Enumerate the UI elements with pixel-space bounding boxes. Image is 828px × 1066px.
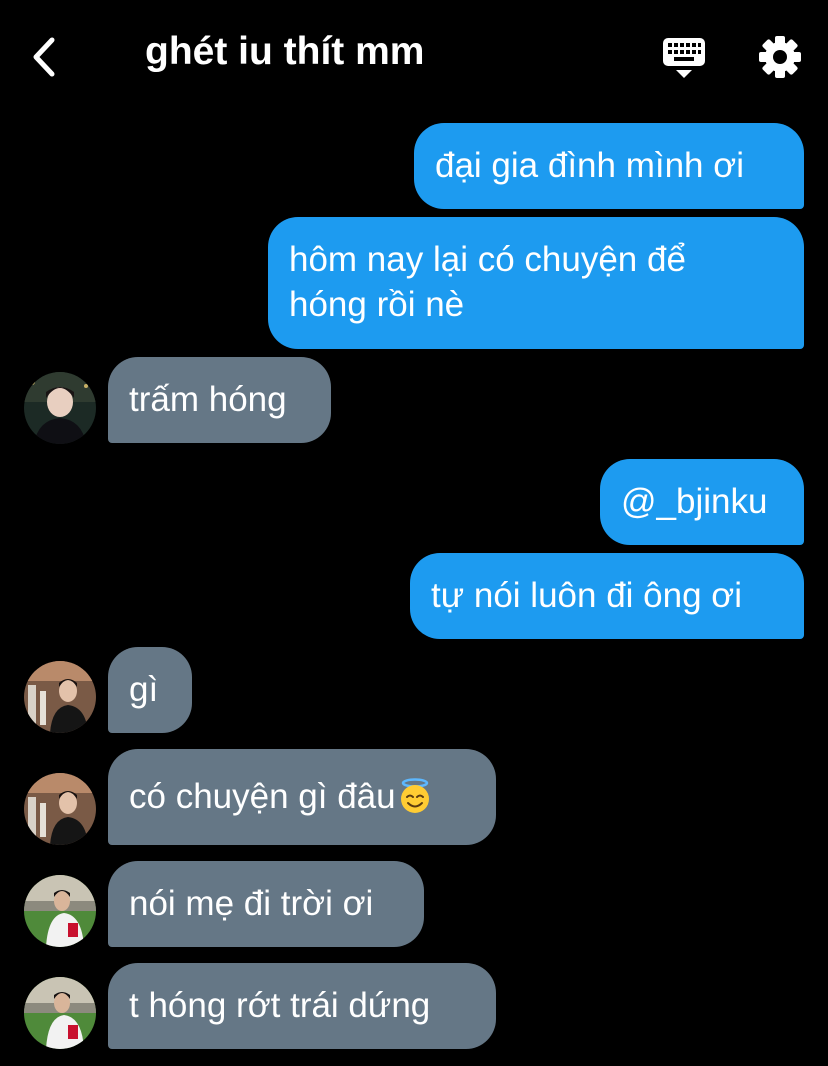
message-bubble-outgoing[interactable]: đại gia đình mình ơi xyxy=(414,123,804,209)
message-bubble-outgoing[interactable]: hôm nay lại có chuyện để hóng rồi nè xyxy=(268,217,804,349)
message-bubble-incoming[interactable]: trấm hóng xyxy=(108,357,331,443)
message-bubble-outgoing[interactable]: @_bjinku xyxy=(600,459,804,545)
message-text: gì xyxy=(129,670,159,709)
keyboard-button[interactable] xyxy=(662,36,706,80)
back-button[interactable] xyxy=(26,34,66,80)
message-text: @_bjinku xyxy=(621,482,768,521)
avatar-photo xyxy=(24,372,96,444)
message-bubble-incoming[interactable]: có chuyện gì đâu xyxy=(108,749,496,845)
keyboard-icon xyxy=(663,38,705,78)
conversation-title: ghét iu thít mm xyxy=(145,30,425,73)
message-text-line2: hóng rồi nè xyxy=(289,285,465,324)
avatar-photo xyxy=(24,977,96,1049)
avatar[interactable] xyxy=(24,661,96,733)
smiling-face-with-halo-emoji xyxy=(400,778,429,813)
message-bubble-outgoing[interactable]: tự nói luôn đi ông ơi xyxy=(410,553,804,639)
message-bubble-incoming[interactable]: gì xyxy=(108,647,192,733)
message-text: trấm hóng xyxy=(129,380,287,419)
message-text: nói mẹ đi trời ơi xyxy=(129,884,374,923)
message-text: đại gia đình mình ơi xyxy=(435,146,744,185)
avatar-photo xyxy=(24,661,96,733)
avatar-photo xyxy=(24,875,96,947)
avatar[interactable] xyxy=(24,372,96,444)
message-bubble-incoming[interactable]: t hóng rớt trái dứng xyxy=(108,963,496,1049)
settings-button[interactable] xyxy=(758,35,802,79)
message-text: t hóng rớt trái dứng xyxy=(129,986,431,1025)
avatar-photo xyxy=(24,773,96,845)
chat-header: ghét iu thít mm xyxy=(0,0,828,112)
message-text: hôm nay lại có chuyện để xyxy=(289,240,686,279)
avatar[interactable] xyxy=(24,977,96,1049)
message-text: có chuyện gì đâu xyxy=(129,777,396,816)
message-bubble-incoming[interactable]: nói mẹ đi trời ơi xyxy=(108,861,424,947)
avatar[interactable] xyxy=(24,875,96,947)
chevron-left-icon xyxy=(33,37,55,77)
gear-icon xyxy=(759,36,801,78)
avatar[interactable] xyxy=(24,773,96,845)
message-text: tự nói luôn đi ông ơi xyxy=(431,576,743,615)
chat-screen: ghét iu thít mm đại gia đình mình ơi hôm… xyxy=(0,0,828,1066)
